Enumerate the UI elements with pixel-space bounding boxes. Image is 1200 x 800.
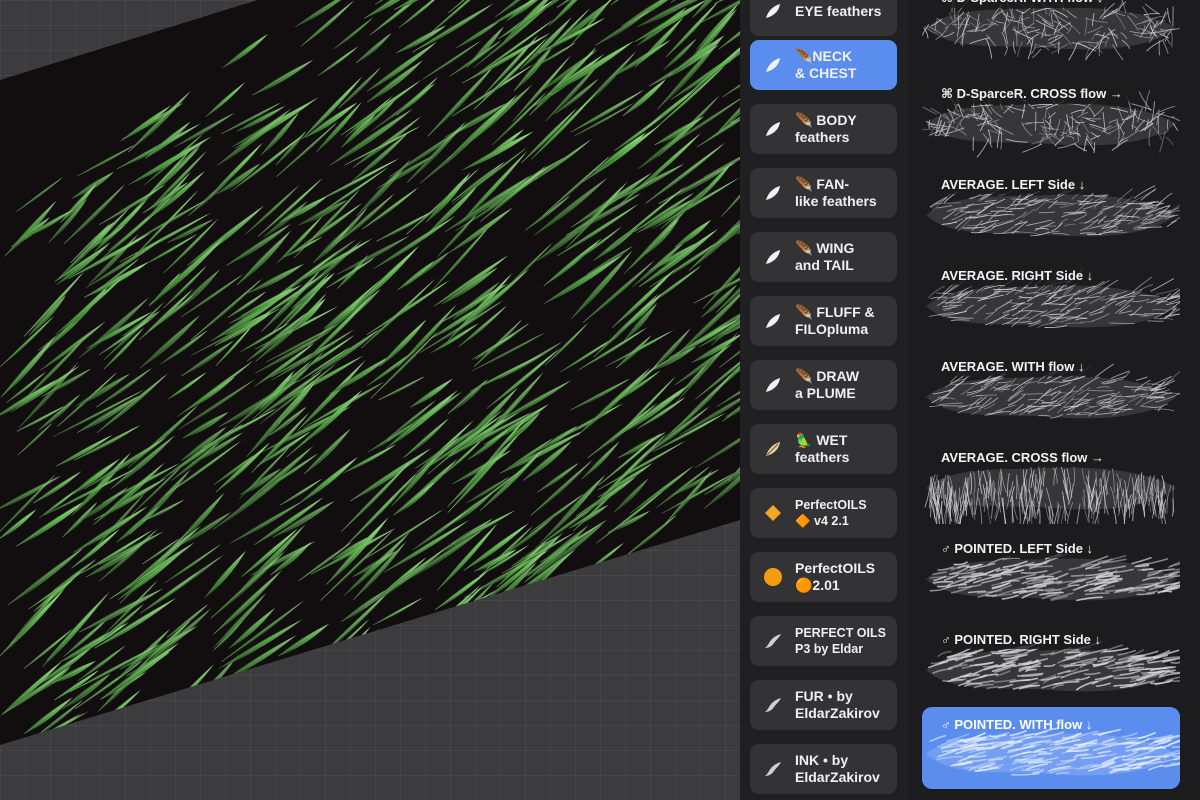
brush-set-label: PerfectOILS 🟠2.01 [795, 560, 876, 593]
brush-set-label: FUR • by EldarZakirov [795, 688, 880, 721]
brush-set-eye-feathers[interactable]: EYE feathers [750, 0, 897, 36]
feather-icon [762, 182, 784, 204]
feather-icon [762, 246, 784, 268]
brush-set-label: 🪶 FLUFF & FILOpluma [795, 304, 875, 337]
brush-average-right-side[interactable]: AVERAGE. RIGHT Side ↓ [922, 258, 1180, 342]
brush-set-perfectoils-v4[interactable]: PerfectOILS 🔶 v4 2.1 [750, 488, 897, 538]
brush-name: ♂ POINTED. LEFT Side ↓ [934, 539, 1103, 558]
feather-icon [762, 374, 784, 396]
brush-set-label: 🪶 DRAW a PLUME [795, 368, 860, 401]
brush-set-wet-feathers[interactable]: 🦜 WET feathers [750, 424, 897, 474]
brush-name: AVERAGE. LEFT Side ↓ [934, 175, 1095, 194]
feather-icon [762, 310, 784, 332]
brush-set-fur[interactable]: FUR • by EldarZakirov [750, 680, 897, 730]
brush-name: AVERAGE. WITH flow ↓ [934, 357, 1094, 376]
brush-set-neck-chest[interactable]: 🪶NECK & CHEST [750, 40, 897, 90]
brush-dsparcer-with-flow[interactable]: ⌘ D-SparceR. WITH flow ↓ [922, 0, 1180, 64]
feather-emoji-icon [762, 438, 784, 460]
brush-set-wing-tail[interactable]: 🪶 WING and TAIL [750, 232, 897, 282]
brush-average-cross-flow[interactable]: AVERAGE. CROSS flow → [922, 440, 1180, 524]
brush-set-label: 🪶 FAN- like feathers [795, 176, 877, 209]
feather-icon [762, 118, 784, 140]
brush-set-perfectoils-2[interactable]: PerfectOILS 🟠2.01 [750, 552, 897, 602]
brush-set-label: 🪶 BODY feathers [795, 112, 857, 145]
brush-set-draw-plume[interactable]: 🪶 DRAW a PLUME [750, 360, 897, 410]
brush-pointed-left-side[interactable]: ♂ POINTED. LEFT Side ↓ [922, 531, 1180, 615]
brush-set-label: 🪶NECK & CHEST [795, 48, 857, 81]
brush-list: ⌘ D-SparceR. WITH flow ↓ ⌘ D-SparceR. CR… [908, 0, 1200, 800]
brush-pointed-with-flow[interactable]: ♂ POINTED. WITH flow ↓ [922, 707, 1180, 789]
orange-circle-icon [762, 566, 784, 588]
brush-name: ♂ POINTED. RIGHT Side ↓ [934, 630, 1110, 649]
brush-dsparcer-cross-flow[interactable]: ⌘ D-SparceR. CROSS flow → [922, 76, 1180, 160]
brush-average-left-side[interactable]: AVERAGE. LEFT Side ↓ [922, 167, 1180, 251]
brush-set-fan-feathers[interactable]: 🪶 FAN- like feathers [750, 168, 897, 218]
brush-name: ♂ POINTED. WITH flow ↓ [941, 717, 1093, 732]
drawing-canvas[interactable] [0, 0, 740, 800]
brush-stroke-icon [762, 630, 784, 652]
stroke-preview [922, 0, 1180, 61]
brush-name: AVERAGE. CROSS flow → [934, 448, 1113, 467]
brush-name: AVERAGE. RIGHT Side ↓ [934, 266, 1103, 285]
brush-set-perfect-oils-p3[interactable]: PERFECT OILS P3 by Eldar [750, 616, 897, 666]
brush-name: ⌘ D-SparceR. CROSS flow → [934, 84, 1132, 104]
brush-name: ⌘ D-SparceR. WITH flow ↓ [934, 0, 1113, 8]
brush-set-fluff-filopluma[interactable]: 🪶 FLUFF & FILOpluma [750, 296, 897, 346]
orange-diamond-icon [762, 502, 784, 524]
brush-stroke-icon [762, 694, 784, 716]
brush-set-label: INK • by EldarZakirov [795, 752, 880, 785]
brush-stroke-icon [762, 758, 784, 780]
brush-set-label: PerfectOILS 🔶 v4 2.1 [795, 498, 867, 528]
brush-library-sidebar: EYE feathers 🪶NECK & CHEST 🪶 BODY feathe… [740, 0, 908, 800]
brush-average-with-flow[interactable]: AVERAGE. WITH flow ↓ [922, 349, 1180, 433]
brush-set-label: 🦜 WET feathers [795, 432, 850, 465]
feather-icon [762, 54, 784, 76]
feather-painting [0, 0, 740, 745]
brush-set-label: EYE feathers [795, 2, 882, 19]
brush-set-label: PERFECT OILS P3 by Eldar [795, 626, 886, 656]
brush-pointed-right-side[interactable]: ♂ POINTED. RIGHT Side ↓ [922, 622, 1180, 706]
feather-icon [762, 0, 784, 22]
brush-set-body-feathers[interactable]: 🪶 BODY feathers [750, 104, 897, 154]
brush-set-ink[interactable]: INK • by EldarZakirov [750, 744, 897, 794]
brush-set-label: 🪶 WING and TAIL [795, 240, 855, 273]
